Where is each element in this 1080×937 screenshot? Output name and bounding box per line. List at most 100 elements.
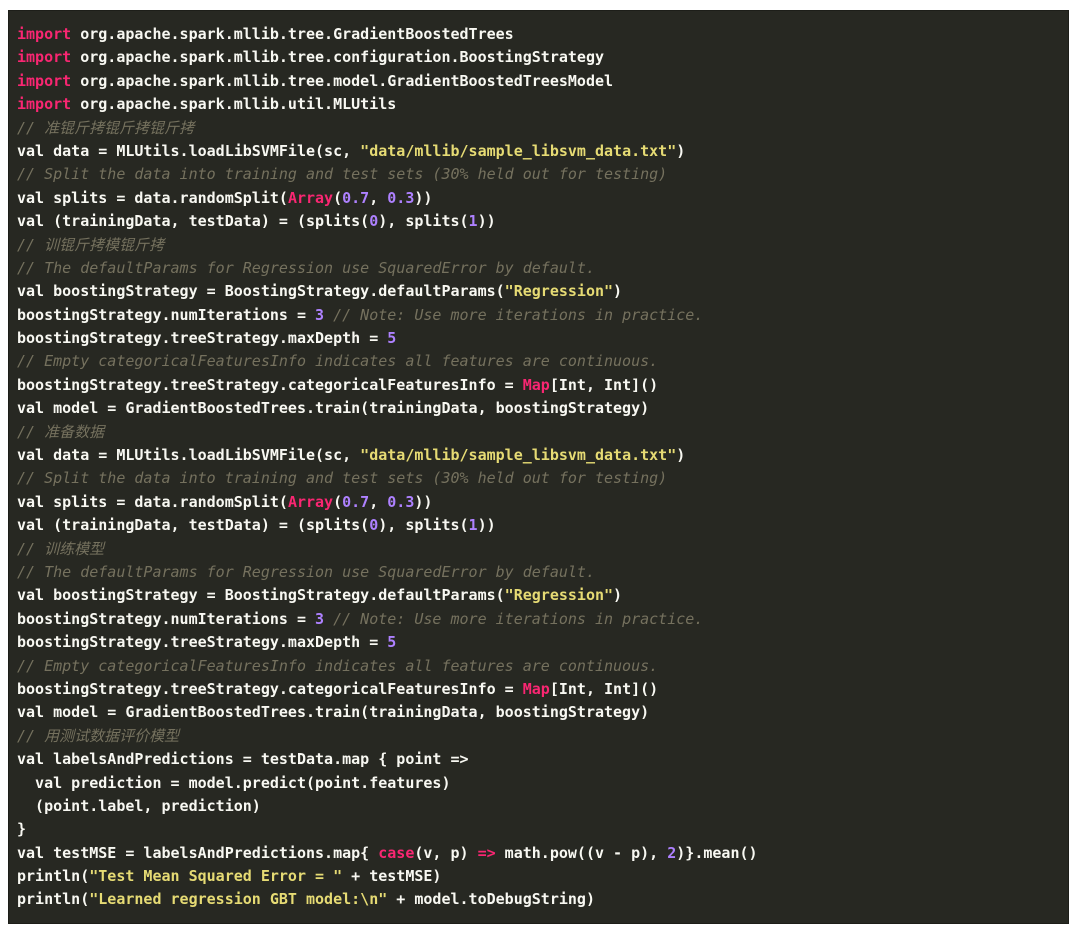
code-token: val model = GradientBoostedTrees.train(t…: [17, 703, 650, 722]
code-token: ): [676, 141, 686, 160]
code-token: val (trainingData, testData) = (splits(: [17, 212, 370, 231]
code-token: )): [414, 188, 433, 207]
code-line: val prediction = model.predict(point.fea…: [17, 772, 1060, 795]
keyword-token: Array: [287, 492, 334, 511]
code-line: // Split the data into training and test…: [17, 467, 1060, 490]
code-token: (point.label, prediction): [17, 796, 261, 815]
keyword-token: import: [17, 71, 72, 90]
comment-token: // Note: Use more iterations in practice…: [333, 305, 704, 324]
comment-token: // Split the data into training and test…: [17, 469, 668, 488]
code-token: (: [333, 188, 343, 207]
code-line: boostingStrategy.treeStrategy.categorica…: [17, 374, 1060, 397]
string-token: "Regression": [504, 282, 614, 301]
code-line: }: [17, 818, 1060, 841]
comment-token: // Empty categoricalFeaturesInfo indicat…: [17, 352, 659, 371]
code-token: ), splits(: [378, 516, 469, 535]
code-token: )): [477, 212, 496, 231]
code-token: math.pow((v - p),: [495, 843, 668, 862]
number-token: 1: [468, 212, 478, 231]
comment-token: // 训锟斤拷模锟斤拷: [17, 235, 165, 254]
code-token: + testMSE): [342, 867, 442, 886]
code-token: )}.mean(): [676, 843, 758, 862]
code-line: val labelsAndPredictions = testData.map …: [17, 748, 1060, 771]
code-line: val model = GradientBoostedTrees.train(t…: [17, 701, 1060, 724]
keyword-token: Map: [522, 375, 550, 394]
keyword-token: Map: [522, 679, 550, 698]
code-line: // 准备数据: [17, 421, 1060, 444]
string-token: "Test Mean Squared Error = ": [89, 867, 343, 886]
code-line: import org.apache.spark.mllib.util.MLUti…: [17, 93, 1060, 116]
code-line: boostingStrategy.treeStrategy.maxDepth =…: [17, 327, 1060, 350]
code-token: val model = GradientBoostedTrees.train(t…: [17, 399, 650, 418]
code-token: boostingStrategy.treeStrategy.maxDepth =: [17, 329, 388, 348]
comment-token: // 准锟斤拷锟斤拷锟斤拷: [17, 118, 195, 137]
code-token: (v, p): [414, 843, 478, 862]
code-token: boostingStrategy.treeStrategy.maxDepth =: [17, 633, 388, 652]
keyword-token: import: [17, 25, 72, 43]
number-token: 3: [315, 305, 325, 324]
code-token: org.apache.spark.mllib.tree.configuratio…: [71, 48, 605, 67]
number-token: 1: [468, 516, 478, 535]
number-token: 5: [387, 633, 397, 652]
comment-token: // 训练模型: [17, 539, 105, 558]
comment-token: // The defaultParams for Regression use …: [17, 258, 595, 277]
code-line: println("Test Mean Squared Error = " + t…: [17, 865, 1060, 888]
code-block[interactable]: import org.apache.spark.mllib.tree.Gradi…: [17, 23, 1060, 912]
code-token: boostingStrategy.numIterations =: [17, 609, 316, 628]
number-token: 0: [369, 212, 379, 231]
code-line: boostingStrategy.treeStrategy.maxDepth =…: [17, 631, 1060, 654]
code-line: import org.apache.spark.mllib.tree.confi…: [17, 46, 1060, 69]
code-line: // 用测试数据评价模型: [17, 725, 1060, 748]
code-token: val splits = data.randomSplit(: [17, 188, 288, 207]
code-line: val splits = data.randomSplit(Array(0.7,…: [17, 491, 1060, 514]
number-token: 0: [369, 516, 379, 535]
code-line: import org.apache.spark.mllib.tree.model…: [17, 70, 1060, 93]
code-token: boostingStrategy.numIterations =: [17, 305, 316, 324]
code-token: boostingStrategy.treeStrategy.categorica…: [17, 679, 523, 698]
string-token: "data/mllib/sample_libsvm_data.txt": [360, 141, 677, 160]
code-line: val (trainingData, testData) = (splits(0…: [17, 210, 1060, 233]
code-token: val boostingStrategy = BoostingStrategy.…: [17, 282, 505, 301]
code-line: // 训练模型: [17, 538, 1060, 561]
keyword-token: import: [17, 95, 72, 114]
code-token: val testMSE = labelsAndPredictions.map{: [17, 843, 379, 862]
code-line: boostingStrategy.numIterations = 3 // No…: [17, 608, 1060, 631]
string-token: "Learned regression GBT model:\n": [89, 890, 388, 909]
number-token: 0.7: [342, 492, 370, 511]
code-token: ,: [369, 492, 388, 511]
string-token: "data/mllib/sample_libsvm_data.txt": [360, 446, 677, 465]
code-token: val prediction = model.predict(point.fea…: [17, 773, 451, 792]
code-line: boostingStrategy.numIterations = 3 // No…: [17, 304, 1060, 327]
code-token: ): [613, 282, 623, 301]
code-token: + model.toDebugString): [387, 890, 595, 909]
number-token: 5: [387, 329, 397, 348]
code-token: val (trainingData, testData) = (splits(: [17, 516, 370, 535]
code-token: val data = MLUtils.loadLibSVMFile(sc,: [17, 446, 361, 465]
code-editor-panel: import org.apache.spark.mllib.tree.Gradi…: [8, 10, 1069, 924]
code-token: val splits = data.randomSplit(: [17, 492, 288, 511]
number-token: 0.3: [387, 492, 415, 511]
code-line: // The defaultParams for Regression use …: [17, 257, 1060, 280]
number-token: 0.3: [387, 188, 415, 207]
keyword-token: Array: [287, 188, 334, 207]
number-token: 2: [667, 843, 677, 862]
code-token: val boostingStrategy = BoostingStrategy.…: [17, 586, 505, 605]
code-token: }: [17, 820, 27, 839]
code-line: // Empty categoricalFeaturesInfo indicat…: [17, 350, 1060, 373]
comment-token: // 用测试数据评价模型: [17, 726, 180, 745]
number-token: 0.7: [342, 188, 370, 207]
code-token: )): [477, 516, 496, 535]
code-token: ), splits(: [378, 212, 469, 231]
code-line: val (trainingData, testData) = (splits(0…: [17, 514, 1060, 537]
code-line: import org.apache.spark.mllib.tree.Gradi…: [17, 23, 1060, 46]
code-line: val testMSE = labelsAndPredictions.map{ …: [17, 842, 1060, 865]
comment-token: // Note: Use more iterations in practice…: [333, 609, 704, 628]
code-token: println(: [17, 890, 90, 909]
code-line: val splits = data.randomSplit(Array(0.7,…: [17, 187, 1060, 210]
code-token: )): [414, 492, 433, 511]
code-token: org.apache.spark.mllib.tree.GradientBoos…: [71, 25, 514, 43]
code-token: org.apache.spark.mllib.tree.model.Gradie…: [71, 71, 614, 90]
code-line: val model = GradientBoostedTrees.train(t…: [17, 397, 1060, 420]
code-line: // Split the data into training and test…: [17, 163, 1060, 186]
